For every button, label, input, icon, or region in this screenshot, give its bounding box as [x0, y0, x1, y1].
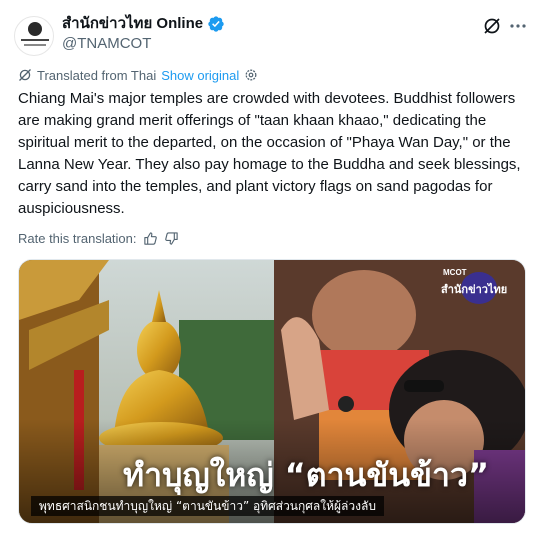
channel-logo-label: สำนักข่าวไทย [441, 283, 508, 296]
more-icon[interactable] [508, 16, 528, 36]
tweet-media-image[interactable]: MCOT สำนักข่าวไทย ทำบุญใหญ่ “ตานขันข้าว”… [18, 259, 526, 524]
tweet-header: สำนักข่าวไทย Online @TNAMCOT [0, 0, 538, 60]
tweet-text: Chiang Mai's major temples are crowded w… [18, 90, 521, 217]
tnamcot-logo-icon [28, 22, 42, 36]
show-original-link[interactable]: Show original [161, 68, 239, 83]
translated-from-label: Translated from Thai [37, 67, 157, 83]
display-name-text[interactable]: สำนักข่าวไทย Online [62, 14, 203, 34]
channel-logo-top: MCOT [443, 268, 467, 277]
grok-icon[interactable] [482, 16, 502, 36]
display-name[interactable]: สำนักข่าวไทย Online [62, 14, 225, 34]
media-headline: ทำบุญใหญ่ “ตานขันข้าว” [123, 456, 490, 494]
thumbs-down-icon[interactable] [164, 231, 179, 246]
translate-icon [19, 69, 31, 81]
avatar[interactable] [14, 16, 54, 56]
verified-badge-icon [208, 16, 224, 32]
channel-logo: MCOT สำนักข่าวไทย [441, 268, 507, 304]
gear-icon[interactable] [244, 68, 258, 82]
handle[interactable]: @TNAMCOT [62, 34, 151, 54]
rate-translation-label: Rate this translation: [18, 230, 137, 246]
rate-translation: Rate this translation: [18, 229, 179, 247]
translation-notice: Translated from Thai Show original [18, 66, 258, 84]
thumbs-up-icon[interactable] [143, 231, 158, 246]
media-caption: พุทธศาสนิกชนทำบุญใหญ่ “ตานขันข้าว” อุทิศ… [31, 496, 384, 516]
